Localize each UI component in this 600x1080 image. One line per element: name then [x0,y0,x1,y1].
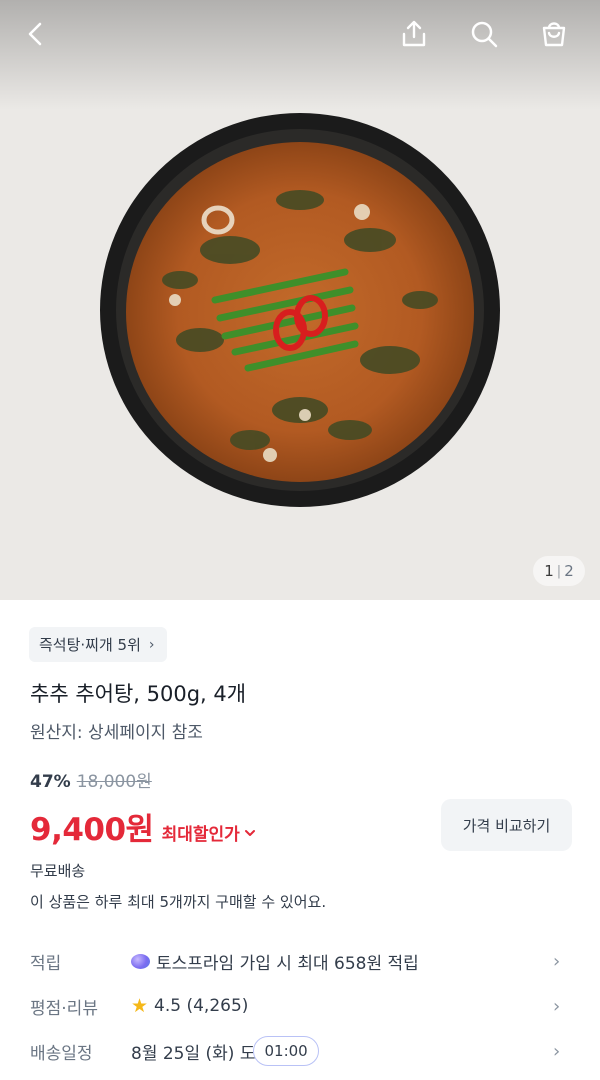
max-discount-label: 최대할인가 [161,825,240,845]
search-icon [471,21,498,48]
reward-row[interactable]: 적립 토스프라임 가입 시 최대 658원 적립 › [0,941,600,981]
discount-row: 47% 18,000원 [30,767,152,792]
rank-label: 즉석탕·찌개 5위 [39,636,141,654]
chevron-right-icon: › [148,636,155,653]
cart-button[interactable] [532,12,576,56]
sale-price: 9,400원 [30,812,154,848]
price-compare-button[interactable]: 가격 비교하기 [441,799,572,851]
max-discount-toggle[interactable]: 최대할인가 [162,820,256,845]
chevron-right-icon: › [553,995,561,1017]
pager-separator: | [556,563,562,579]
category-rank-chip[interactable]: 즉석탕·찌개 5위 › [29,627,167,662]
shopping-bag-icon [542,22,566,47]
original-price: 18,000원 [76,772,152,792]
chevron-left-icon [28,22,42,46]
purchase-limit-note: 이 상품은 하루 최대 5개까지 구매할 수 있어요. [30,893,327,911]
rating-value-wrap: ★ 4.5 (4,265) [131,995,248,1017]
shipping-info: 무료배송 [30,862,86,880]
rating-value: 4.5 (4,265) [154,996,249,1016]
price-row: 9,400원 최대할인가 [30,804,256,849]
reward-label: 적립 [30,953,62,974]
delivery-schedule-row[interactable]: 배송일정 8월 25일 (화) 도 01:00 › [0,1031,600,1071]
countdown-badge: 01:00 [253,1036,319,1066]
chevron-right-icon: › [553,1040,561,1062]
reward-value-wrap: 토스프라임 가입 시 최대 658원 적립 [131,949,419,974]
back-button[interactable] [14,12,58,56]
rating-review-row[interactable]: 평점·리뷰 ★ 4.5 (4,265) › [0,986,600,1026]
header-gradient [0,0,600,110]
product-title: 추추 추어탕, 500g, 4개 [30,682,247,706]
delivery-label: 배송일정 [30,1043,93,1064]
reward-value: 토스프라임 가입 시 최대 658원 적립 [156,953,419,974]
delivery-value: 8월 25일 (화) 도 [131,1043,256,1064]
discount-rate: 47% [30,772,71,792]
search-button[interactable] [462,12,506,56]
pager-total: 2 [564,562,574,580]
chevron-right-icon: › [553,950,561,972]
product-origin: 원산지: 상세페이지 참조 [30,723,203,743]
chevron-down-icon [244,829,255,836]
rating-label: 평점·리뷰 [30,998,98,1019]
product-image-gallery[interactable]: 1 | 2 [0,0,600,600]
image-pager: 1 | 2 [533,556,585,586]
share-icon [402,20,426,47]
star-icon: ★ [131,995,149,1017]
share-button[interactable] [392,12,436,56]
toss-prime-orb-icon [131,953,150,969]
delivery-value-wrap: 8월 25일 (화) 도 01:00 [131,1036,319,1066]
pager-current: 1 [544,562,554,580]
